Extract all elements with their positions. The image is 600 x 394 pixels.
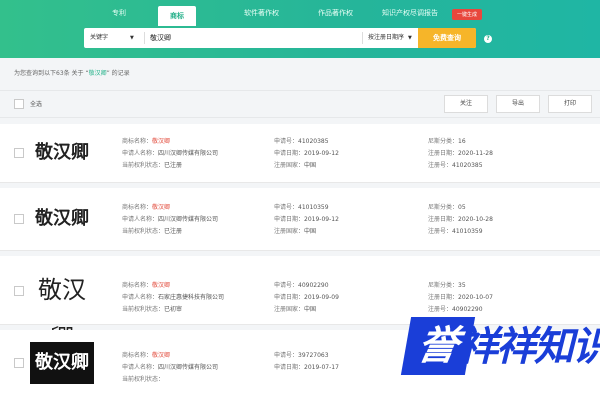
field-reg-date: 注册日期：2020-10-28 bbox=[428, 216, 493, 223]
field-applicant: 申请人名称：石家庄惠捷科技有限公司 bbox=[122, 294, 225, 301]
field-status: 当前权利状态： bbox=[122, 376, 165, 383]
field-country: 注册国家：中国 bbox=[274, 306, 317, 313]
field-app-date: 申请日期：2019-07-17 bbox=[274, 364, 339, 371]
watermark-logo: 誉 祥祥知识 bbox=[400, 317, 600, 375]
field-class: 尼斯分类：35 bbox=[428, 282, 466, 289]
watermark-text: 祥祥知识 bbox=[458, 324, 600, 370]
field-name: 商标名称：敬汉卿 bbox=[122, 282, 171, 289]
trademark-logo: 敬汉卿 bbox=[30, 342, 94, 384]
list-item[interactable]: 敬汉卿 商标名称：敬汉卿 申请人名称：四川汉卿传媒有限公司 当前权利状态：已注册… bbox=[0, 188, 600, 251]
summary-keyword: 敬汉卿 bbox=[88, 70, 107, 77]
result-toolbar: 全选 关注 导出 打印 bbox=[0, 90, 600, 118]
list-item[interactable]: 敬汉卿 商标名称：敬汉卿 申请人名称：四川汉卿传媒有限公司 当前权利状态：已注册… bbox=[0, 124, 600, 183]
category-tabs: 专利 商标 软件著作权 作品著作权 知识产权尽调报告 一键生成 bbox=[0, 6, 600, 26]
tab-trademark[interactable]: 商标 bbox=[158, 6, 196, 26]
field-reg-no: 注册号：41010359 bbox=[428, 228, 483, 235]
select-all-label: 全选 bbox=[30, 101, 43, 108]
chevron-down-icon: ▼ bbox=[130, 35, 134, 41]
help-icon[interactable]: ? bbox=[484, 35, 492, 43]
field-country: 注册国家：中国 bbox=[274, 162, 317, 169]
field-app-no: 申请号：40902290 bbox=[274, 282, 329, 289]
field-reg-no: 注册号：40902290 bbox=[428, 306, 483, 313]
tab-work-copyright[interactable]: 作品著作权 bbox=[318, 8, 353, 18]
divider bbox=[144, 32, 145, 44]
field-reg-no: 注册号：41020385 bbox=[428, 162, 483, 169]
select-all-checkbox[interactable] bbox=[14, 99, 24, 109]
field-status: 当前权利状态：已初审 bbox=[122, 306, 183, 313]
field-app-no: 申请号：41010359 bbox=[274, 204, 329, 211]
field-name: 商标名称：敬汉卿 bbox=[122, 138, 171, 145]
field-name: 商标名称：敬汉卿 bbox=[122, 204, 171, 211]
field-app-date: 申请日期：2019-09-12 bbox=[274, 150, 339, 157]
trademark-logo: 敬汉卿 bbox=[30, 132, 94, 174]
field-status: 当前权利状态：已注册 bbox=[122, 162, 183, 169]
follow-button[interactable]: 关注 bbox=[444, 95, 488, 113]
field-country: 注册国家：中国 bbox=[274, 228, 317, 235]
search-field-select[interactable]: 关键字 ▼ bbox=[90, 28, 134, 48]
result-summary: 为您查询到以下63条 关于 “敬汉卿” 的记录 bbox=[14, 68, 130, 77]
field-applicant: 申请人名称：四川汉卿传媒有限公司 bbox=[122, 150, 219, 157]
list-item[interactable]: 敬汉卿 商标名称：敬汉卿 申请人名称：石家庄惠捷科技有限公司 当前权利状态：已初… bbox=[0, 256, 600, 352]
field-app-no: 申请号：39727063 bbox=[274, 352, 329, 359]
field-app-date: 申请日期：2019-09-12 bbox=[274, 216, 339, 223]
export-button[interactable]: 导出 bbox=[496, 95, 540, 113]
chevron-down-icon: ▼ bbox=[408, 35, 412, 41]
search-button[interactable]: 免费查询 bbox=[418, 28, 476, 48]
tab-patent[interactable]: 专利 bbox=[112, 8, 126, 18]
summary-suffix: ” 的记录 bbox=[106, 70, 130, 77]
field-status: 当前权利状态：已注册 bbox=[122, 228, 183, 235]
row-checkbox[interactable] bbox=[14, 358, 24, 368]
row-checkbox[interactable] bbox=[14, 148, 24, 158]
field-app-no: 申请号：41020385 bbox=[274, 138, 329, 145]
search-input[interactable]: 敬汉卿 bbox=[150, 28, 171, 48]
sort-select[interactable]: 按注册日期序 ▼ bbox=[368, 28, 412, 48]
row-checkbox[interactable] bbox=[14, 286, 24, 296]
print-button[interactable]: 打印 bbox=[548, 95, 592, 113]
field-applicant: 申请人名称：四川汉卿传媒有限公司 bbox=[122, 216, 219, 223]
field-reg-date: 注册日期：2020-10-07 bbox=[428, 294, 493, 301]
field-class: 尼斯分类：05 bbox=[428, 204, 466, 211]
field-reg-date: 注册日期：2020-11-28 bbox=[428, 150, 493, 157]
tab-software-copyright[interactable]: 软件著作权 bbox=[244, 8, 279, 18]
field-app-date: 申请日期：2019-09-09 bbox=[274, 294, 339, 301]
summary-prefix: 为您查询到以下63条 关于 “ bbox=[14, 70, 89, 77]
top-header: 专利 商标 软件著作权 作品著作权 知识产权尽调报告 一键生成 关键字 ▼ 敬汉卿… bbox=[0, 0, 600, 58]
new-badge: 一键生成 bbox=[452, 9, 483, 20]
field-applicant: 申请人名称：四川汉卿传媒有限公司 bbox=[122, 364, 219, 371]
divider bbox=[362, 32, 363, 44]
trademark-logo: 敬汉卿 bbox=[30, 266, 94, 352]
trademark-logo: 敬汉卿 bbox=[30, 198, 94, 240]
field-name: 商标名称：敬汉卿 bbox=[122, 352, 171, 359]
tab-ip-report[interactable]: 知识产权尽调报告 bbox=[382, 8, 438, 18]
row-checkbox[interactable] bbox=[14, 214, 24, 224]
field-class: 尼斯分类：16 bbox=[428, 138, 466, 145]
